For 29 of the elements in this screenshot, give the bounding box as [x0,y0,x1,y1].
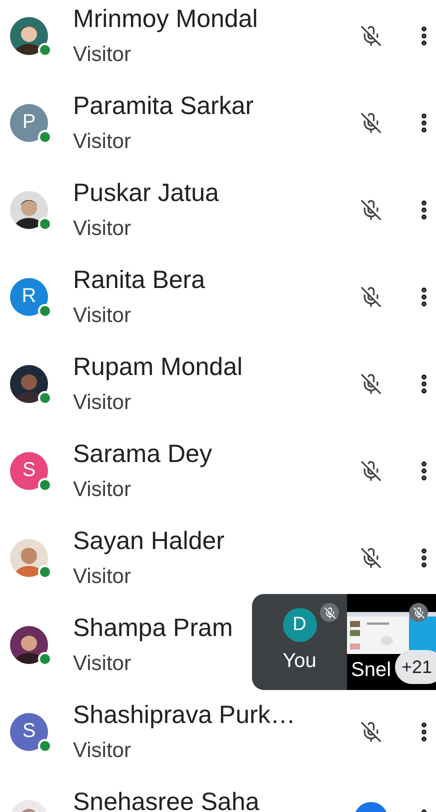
avatar: P [10,104,48,142]
more-participants-badge[interactable]: +21 [395,650,436,684]
participant-name: Ranita Bera [73,264,206,296]
participant-name: Sayan Halder [73,526,224,556]
participant-name: Shashiprava Purk… [73,700,296,730]
self-video-tile[interactable]: D You [252,594,347,690]
avatar: S [10,712,48,750]
participant-role: Visitor [73,738,131,764]
avatar: R [10,278,48,316]
avatar: S [10,452,48,490]
participant-role: Visitor [73,128,131,154]
participant-name: Shampa Pram [73,612,233,644]
participant-name: Rupam Mondal [73,352,243,382]
participant-name: Puskar Jatua [73,178,219,208]
avatar: D [282,608,316,642]
tile-label: Snel [351,659,392,682]
participant-role: Visitor [73,302,131,328]
participant-role: Visitor [73,650,131,676]
participant-role: Visitor [73,476,131,502]
tile-label: You [282,650,316,673]
participant-name: Snehasree Saha [73,786,260,812]
participant-name: Paramita Sarkar [73,90,254,122]
participant-name: Sarama Dey [73,438,212,470]
presentation-tile[interactable]: Snel +21 [347,594,436,690]
participant-role: Visitor [73,42,131,68]
participant-name: Mrinmoy Mondal [73,4,258,34]
participant-role: Visitor [73,216,131,242]
participant-role: Visitor [73,390,131,416]
participant-role: Visitor [73,564,131,590]
